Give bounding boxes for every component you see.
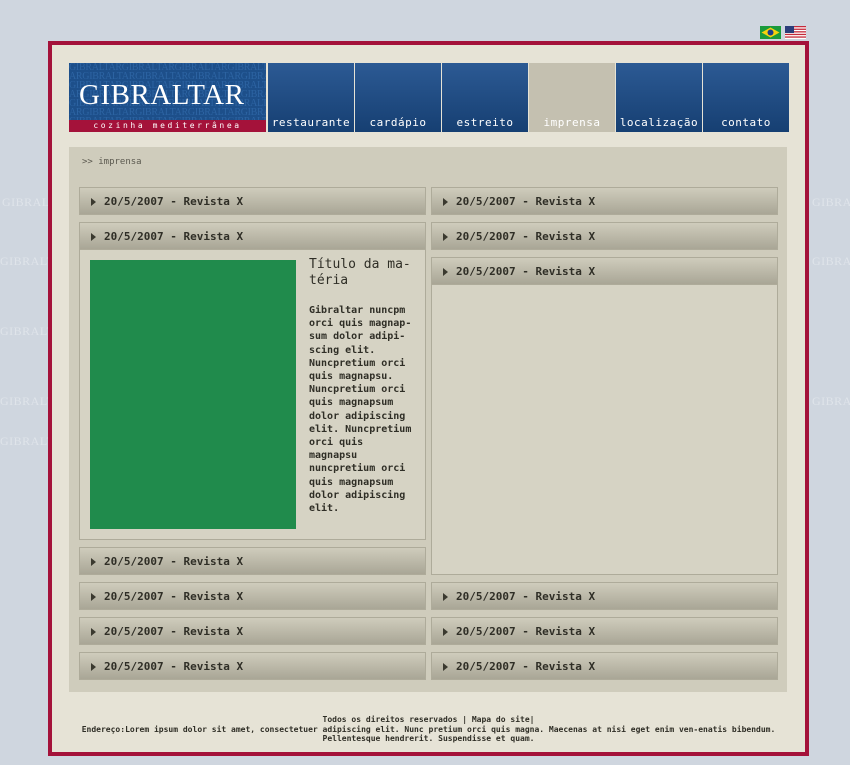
press-item-label: 20/5/2007 - Revista X	[456, 590, 596, 603]
language-flags	[760, 26, 806, 39]
arrow-right-icon	[91, 628, 96, 636]
logo-tagline: cozinha mediterrânea	[69, 120, 266, 132]
press-item[interactable]: 20/5/2007 - Revista X	[431, 222, 778, 250]
press-item[interactable]: 20/5/2007 - Revista X	[431, 652, 778, 680]
press-item-label: 20/5/2007 - Revista X	[456, 625, 596, 638]
press-item-label: 20/5/2007 - Revista X	[104, 230, 244, 243]
article: Título da ma-téria Gibraltar nuncpm orci…	[309, 257, 415, 515]
press-item[interactable]: 20/5/2007 - Revista X	[79, 617, 426, 645]
article-body: Gibraltar nuncpm orci quis magnap-sum do…	[309, 305, 412, 515]
press-item-label: 20/5/2007 - Revista X	[104, 195, 244, 208]
press-item[interactable]: 20/5/2007 - Revista X	[79, 547, 426, 575]
nav-item-restaurante[interactable]: restaurante	[268, 63, 354, 132]
arrow-right-icon	[443, 663, 448, 671]
nav-item-imprensa[interactable]: imprensa	[529, 63, 615, 132]
nav-item-contato[interactable]: contato	[703, 63, 789, 132]
left-column: 20/5/2007 - Revista X 20/5/2007 - Revist…	[79, 187, 426, 687]
press-item[interactable]: 20/5/2007 - Revista X	[431, 187, 778, 215]
arrow-right-icon	[443, 233, 448, 241]
press-item-label: 20/5/2007 - Revista X	[456, 265, 596, 278]
press-item[interactable]: 20/5/2007 - Revista X	[431, 582, 778, 610]
arrow-right-icon	[443, 593, 448, 601]
background-watermark: GIBRALTAR	[812, 394, 850, 408]
press-item-label: 20/5/2007 - Revista X	[104, 625, 244, 638]
press-item-label: 20/5/2007 - Revista X	[104, 660, 244, 673]
press-item-detail	[431, 285, 778, 575]
article-title: Título da ma-téria	[309, 257, 411, 288]
article-image	[90, 260, 296, 529]
nav-label: contato	[721, 116, 771, 129]
nav-item-estreito[interactable]: estreito	[442, 63, 528, 132]
arrow-right-icon	[91, 593, 96, 601]
brazil-flag-icon[interactable]	[760, 26, 781, 39]
nav-label: restaurante	[271, 116, 351, 129]
nav-label: cardápio	[369, 116, 427, 129]
press-item-label: 20/5/2007 - Revista X	[104, 555, 244, 568]
press-item-expanded[interactable]: 20/5/2007 - Revista X	[79, 222, 426, 250]
footer-address: Endereço:Lorem ipsum dolor sit amet, con…	[81, 724, 776, 744]
press-item-label: 20/5/2007 - Revista X	[104, 590, 244, 603]
main-content: >> imprensa 20/5/2007 - Revista X 20/5/2…	[69, 147, 787, 692]
main-nav: restaurante cardápio estreito imprensa l…	[268, 63, 790, 132]
press-item-expanded[interactable]: 20/5/2007 - Revista X	[431, 257, 778, 285]
page-frame: GIBRALTARGIBRALTARGIBRALTARGIBRALT ARGIBR…	[48, 41, 809, 756]
arrow-right-icon	[443, 198, 448, 206]
nav-item-localizacao[interactable]: localização	[616, 63, 702, 132]
press-item[interactable]: 20/5/2007 - Revista X	[79, 652, 426, 680]
nav-item-cardapio[interactable]: cardápio	[355, 63, 441, 132]
arrow-right-icon	[91, 233, 96, 241]
nav-label: estreito	[456, 116, 514, 129]
arrow-right-icon	[91, 558, 96, 566]
usa-flag-icon[interactable]	[785, 26, 806, 39]
right-column: 20/5/2007 - Revista X 20/5/2007 - Revist…	[431, 187, 778, 687]
site-logo[interactable]: GIBRALTARGIBRALTARGIBRALTARGIBRALT ARGIBR…	[69, 63, 266, 132]
background-watermark: GIBRALTAR	[812, 254, 850, 268]
site-footer: Todos os direitos reservados | Mapa do s…	[52, 715, 805, 744]
press-item-detail: Título da ma-téria Gibraltar nuncpm orci…	[79, 250, 426, 540]
site-header: GIBRALTARGIBRALTARGIBRALTARGIBRALT ARGIBR…	[69, 63, 789, 133]
press-item-label: 20/5/2007 - Revista X	[456, 230, 596, 243]
press-item-label: 20/5/2007 - Revista X	[456, 660, 596, 673]
nav-label: localização	[619, 116, 699, 129]
press-item[interactable]: 20/5/2007 - Revista X	[431, 617, 778, 645]
background-watermark: GIBRALTAR	[812, 195, 850, 209]
logo-name: GIBRALTAR	[79, 79, 245, 111]
breadcrumb: >> imprensa	[82, 157, 142, 167]
press-item[interactable]: 20/5/2007 - Revista X	[79, 187, 426, 215]
press-item-label: 20/5/2007 - Revista X	[456, 195, 596, 208]
arrow-right-icon	[91, 663, 96, 671]
arrow-right-icon	[91, 198, 96, 206]
arrow-right-icon	[443, 628, 448, 636]
nav-label: imprensa	[543, 116, 601, 129]
arrow-right-icon	[443, 268, 448, 276]
footer-links[interactable]: Todos os direitos reservados | Mapa do s…	[52, 715, 805, 725]
press-item[interactable]: 20/5/2007 - Revista X	[79, 582, 426, 610]
